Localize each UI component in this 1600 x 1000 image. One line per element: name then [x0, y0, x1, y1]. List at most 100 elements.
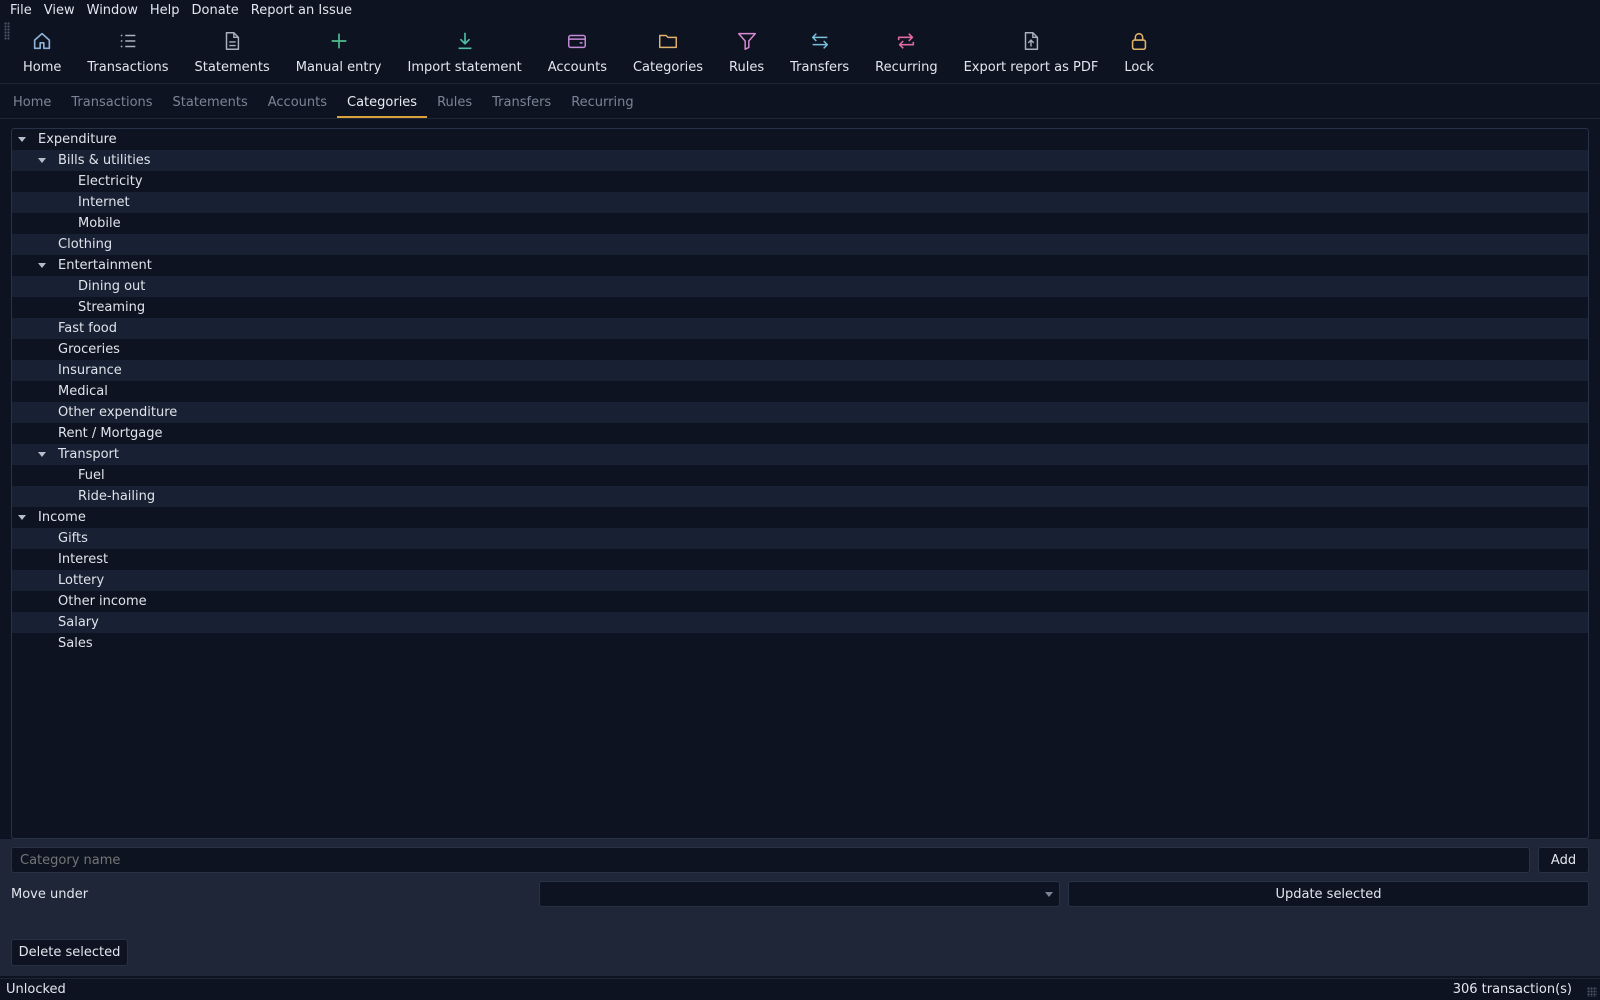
toolbar-categories-button[interactable]: Categories: [620, 22, 716, 82]
tree-item[interactable]: Salary: [12, 612, 1588, 633]
tab-accounts[interactable]: Accounts: [258, 89, 337, 118]
tree-item-label: Salary: [58, 615, 99, 630]
tree-item-label: Sales: [58, 636, 93, 651]
menu-donate[interactable]: Donate: [186, 1, 245, 21]
tab-transactions[interactable]: Transactions: [61, 89, 162, 118]
list-icon: [117, 30, 139, 60]
tree-item[interactable]: Clothing: [12, 234, 1588, 255]
tree-item[interactable]: Gifts: [12, 528, 1588, 549]
toolbar-button-label: Accounts: [547, 60, 607, 75]
toolbar-manual-entry-button[interactable]: Manual entry: [283, 22, 395, 82]
expand-caret-icon[interactable]: [38, 158, 46, 163]
tree-item[interactable]: Groceries: [12, 339, 1588, 360]
home-icon: [31, 30, 53, 60]
toolbar-button-label: Rules: [729, 60, 765, 75]
toolbar-home-button[interactable]: Home: [10, 22, 74, 82]
toolbar-button-label: Export report as PDF: [963, 60, 1099, 75]
toolbar-transfers-button[interactable]: Transfers: [777, 22, 862, 82]
expand-caret-icon[interactable]: [38, 452, 46, 457]
toolbar-button-label: Home: [23, 60, 62, 75]
tree-item[interactable]: Income: [12, 507, 1588, 528]
tree-item-label: Insurance: [58, 363, 122, 378]
category-tree[interactable]: Expenditure Bills & utilities Electricity I…: [11, 128, 1589, 839]
expand-caret-icon[interactable]: [18, 137, 26, 142]
tab-transfers[interactable]: Transfers: [482, 89, 561, 118]
tree-item[interactable]: Fast food: [12, 318, 1588, 339]
category-name-input[interactable]: [11, 847, 1530, 873]
tree-item-label: Other expenditure: [58, 405, 178, 420]
tree-item-label: Gifts: [58, 531, 88, 546]
tree-item[interactable]: Dining out: [12, 276, 1588, 297]
toolbar-rules-button[interactable]: Rules: [716, 22, 777, 82]
folder-icon: [657, 30, 679, 60]
tree-item[interactable]: Other expenditure: [12, 402, 1588, 423]
app-window: File View Window Help Donate Report an Issue …: [0, 0, 1600, 1000]
tree-item-label: Groceries: [58, 342, 120, 357]
tree-item-label: Rent / Mortgage: [58, 426, 163, 441]
add-button[interactable]: Add: [1538, 847, 1589, 873]
tree-item-label: Dining out: [78, 279, 146, 294]
menu-view[interactable]: View: [38, 1, 81, 21]
tab-statements[interactable]: Statements: [163, 89, 258, 118]
tree-item-label: Medical: [58, 384, 108, 399]
delete-selected-button[interactable]: Delete selected: [11, 939, 128, 966]
tree-item-label: Clothing: [58, 237, 113, 252]
file-export-icon: [1020, 30, 1042, 60]
tree-item-label: Other income: [58, 594, 147, 609]
tab-bar: Home Transactions Statements Accounts Catego…: [0, 89, 1600, 119]
tree-item[interactable]: Electricity: [12, 171, 1588, 192]
tree-item[interactable]: Interest: [12, 549, 1588, 570]
tree-item-label: Mobile: [78, 216, 121, 231]
tree-item[interactable]: Bills & utilities: [12, 150, 1588, 171]
toolbar-recurring-button[interactable]: Recurring: [862, 22, 950, 82]
filter-icon: [736, 30, 758, 60]
toolbar-lock-button[interactable]: Lock: [1111, 22, 1167, 82]
tree-item[interactable]: Expenditure: [12, 129, 1588, 150]
toolbar-import-statement-button[interactable]: Import statement: [394, 22, 534, 82]
update-selected-button[interactable]: Update selected: [1068, 881, 1589, 907]
toolbar-accounts-button[interactable]: Accounts: [535, 22, 620, 82]
tree-item[interactable]: Mobile: [12, 213, 1588, 234]
expand-caret-icon[interactable]: [38, 263, 46, 268]
tree-item[interactable]: Streaming: [12, 297, 1588, 318]
expand-caret-icon[interactable]: [18, 515, 26, 520]
toolbar-button-label: Manual entry: [295, 60, 382, 75]
menu-window[interactable]: Window: [81, 1, 144, 21]
tree-item-label: Interest: [58, 552, 109, 567]
download-icon: [454, 30, 476, 60]
size-grip[interactable]: [1587, 987, 1597, 997]
tree-item[interactable]: Rent / Mortgage: [12, 423, 1588, 444]
menu-report-an-issue[interactable]: Report an Issue: [245, 1, 358, 21]
toolbar-export-report-as-pdf-button[interactable]: Export report as PDF: [951, 22, 1112, 82]
tab-home[interactable]: Home: [3, 89, 61, 118]
tree-item[interactable]: Insurance: [12, 360, 1588, 381]
menu-file[interactable]: File: [4, 1, 38, 21]
tree-item-label: Bills & utilities: [58, 153, 151, 168]
toolbar-button-label: Lock: [1124, 60, 1154, 75]
toolbar-button-label: Statements: [194, 60, 270, 75]
tab-rules[interactable]: Rules: [427, 89, 482, 118]
tree-item[interactable]: Sales: [12, 633, 1588, 654]
tab-recurring[interactable]: Recurring: [561, 89, 643, 118]
lock-icon: [1128, 30, 1150, 60]
toolbar-transactions-button[interactable]: Transactions: [74, 22, 181, 82]
transaction-count: 306 transaction(s): [1452, 982, 1572, 997]
toolbar-statements-button[interactable]: Statements: [182, 22, 283, 82]
tree-item-label: Internet: [78, 195, 130, 210]
menu-help[interactable]: Help: [144, 1, 186, 21]
status-bar: Unlocked 306 transaction(s): [0, 978, 1600, 1000]
tree-item[interactable]: Internet: [12, 192, 1588, 213]
move-under-select[interactable]: [539, 881, 1060, 907]
menu-bar: File View Window Help Donate Report an Issue: [0, 0, 1600, 22]
tree-item[interactable]: Ride-hailing: [12, 486, 1588, 507]
tree-item[interactable]: Transport: [12, 444, 1588, 465]
toolbar-button-label: Transfers: [790, 60, 850, 75]
toolbar: Home Transactions Statements Manual entry Im…: [0, 22, 1600, 84]
tree-item[interactable]: Fuel: [12, 465, 1588, 486]
tree-item-label: Lottery: [58, 573, 105, 588]
tree-item[interactable]: Other income: [12, 591, 1588, 612]
tree-item[interactable]: Lottery: [12, 570, 1588, 591]
tree-item[interactable]: Medical: [12, 381, 1588, 402]
tree-item[interactable]: Entertainment: [12, 255, 1588, 276]
tab-categories[interactable]: Categories: [337, 89, 428, 118]
